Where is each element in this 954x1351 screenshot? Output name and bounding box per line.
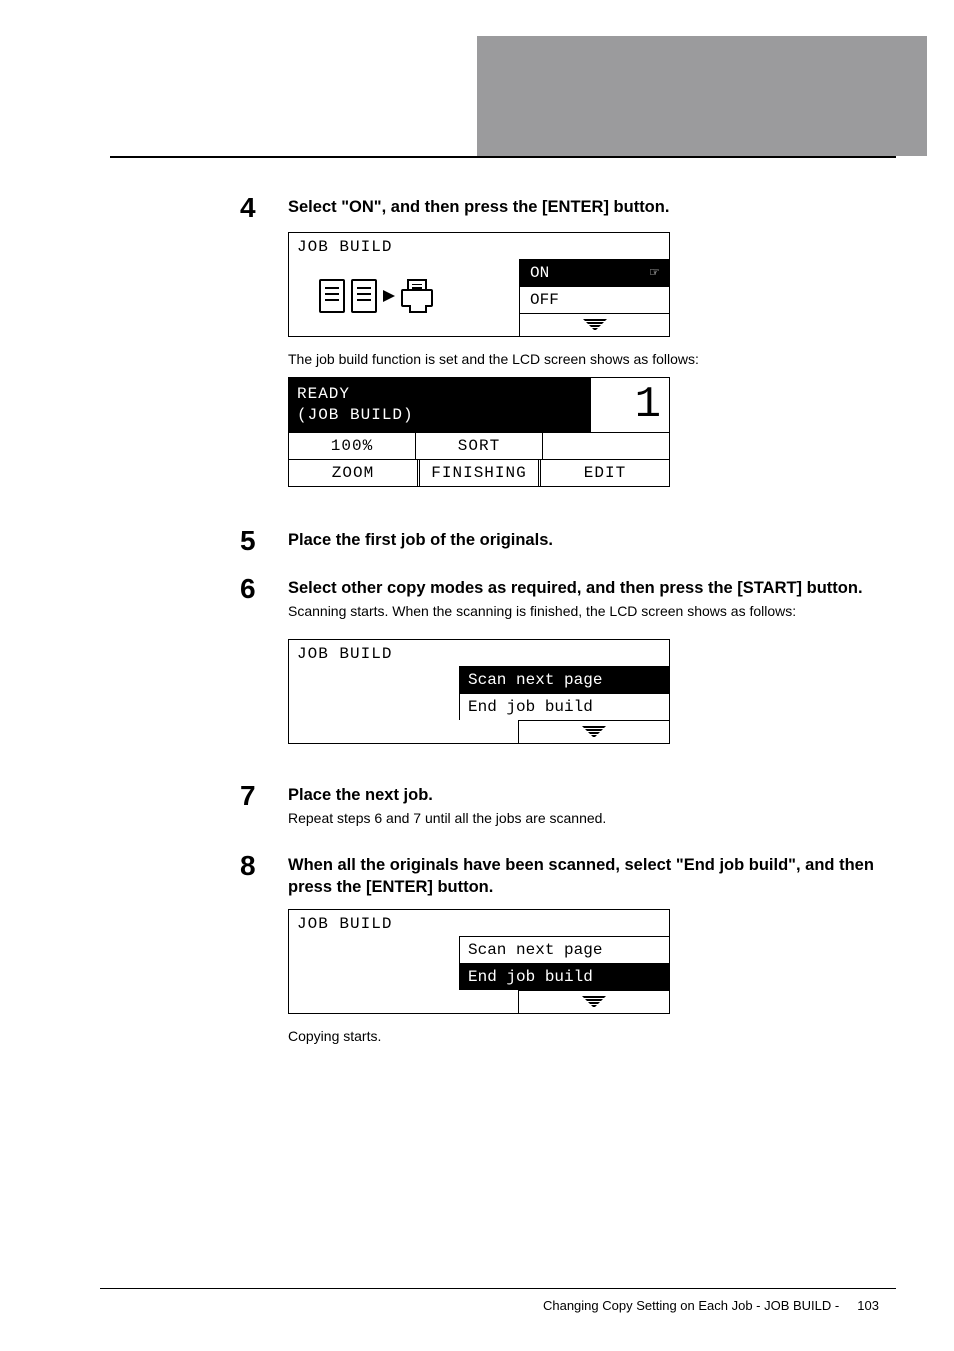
ready-sort-value: SORT [416,433,543,459]
ready-finishing-button[interactable]: FINISHING [417,460,541,486]
lcd-icon-area [289,259,519,336]
lcd-title: JOB BUILD [289,640,669,666]
step-6: 6 Select other copy modes as required, a… [100,575,874,629]
step-7-number: 7 [100,782,288,810]
step-8-caption: Copying starts. [288,1028,874,1044]
step-7-text: Repeat steps 6 and 7 until all the jobs … [288,810,874,826]
chevron-down-icon [583,319,607,331]
step-4-heading: Select "ON", and then press the [ENTER] … [288,196,874,218]
lcd-title: JOB BUILD [289,910,669,936]
step-7: 7 Place the next job. Repeat steps 6 and… [100,782,874,836]
ready-zoom-value: 100% [289,433,416,459]
step-8: 8 When all the originals have been scann… [100,852,874,899]
lcd-title: JOB BUILD [289,233,669,259]
step-5: 5 Place the first job of the originals. [100,527,874,555]
ready-empty-value [543,433,669,459]
ready-zoom-button[interactable]: ZOOM [289,460,417,486]
step-4-caption: The job build function is set and the LC… [288,351,874,367]
ready-edit-button[interactable]: EDIT [541,460,669,486]
footer-rule [100,1288,896,1289]
step-4-number: 4 [100,194,288,222]
footer-page: 103 [857,1298,879,1313]
step-4: 4 Select "ON", and then press the [ENTER… [100,194,874,222]
lcd-panel-scan-next: JOB BUILD Scan next page End job build [288,639,670,744]
step-6-number: 6 [100,575,288,603]
chevron-down-icon [582,996,606,1008]
document-icon [351,279,377,313]
step-6-text: Scanning starts. When the scanning is fi… [288,603,874,619]
option-end-job-build[interactable]: End job build [459,693,669,720]
ready-line2: (JOB BUILD) [297,405,582,426]
step-7-heading: Place the next job. [288,784,874,806]
document-icon [319,279,345,313]
scroll-down-row[interactable] [519,313,669,336]
scroll-down-row[interactable] [518,720,669,743]
lcd-panel-ready: READY (JOB BUILD) 1 100% SORT ZOOM FINIS… [288,377,670,487]
option-end-job-build[interactable]: End job build [459,963,669,990]
step-8-heading: When all the originals have been scanned… [288,854,874,899]
chevron-down-icon [582,726,606,738]
footer: Changing Copy Setting on Each Job - JOB … [543,1298,879,1313]
step-5-number: 5 [100,527,288,555]
ready-count: 1 [590,378,669,432]
ready-line1: READY [297,384,582,405]
option-off-label: OFF [530,292,559,308]
step-6-heading: Select other copy modes as required, and… [288,577,874,599]
option-on-label: ON [530,265,549,281]
option-off[interactable]: OFF [519,286,669,313]
step-5-heading: Place the first job of the originals. [288,529,874,551]
hand-right-icon: ☞ [650,266,659,281]
step-8-number: 8 [100,852,288,880]
arrow-right-icon [383,290,395,302]
option-scan-next-page[interactable]: Scan next page [459,936,669,963]
option-scan-next-page[interactable]: Scan next page [459,666,669,693]
scroll-down-row[interactable] [518,990,669,1013]
lcd-panel-job-build-options: JOB BUILD [288,232,670,337]
printer-icon [401,279,431,313]
lcd-panel-end-job-build: JOB BUILD Scan next page End job build [288,909,670,1014]
option-on[interactable]: ON ☞ [519,259,669,286]
footer-text: Changing Copy Setting on Each Job - JOB … [543,1298,839,1313]
